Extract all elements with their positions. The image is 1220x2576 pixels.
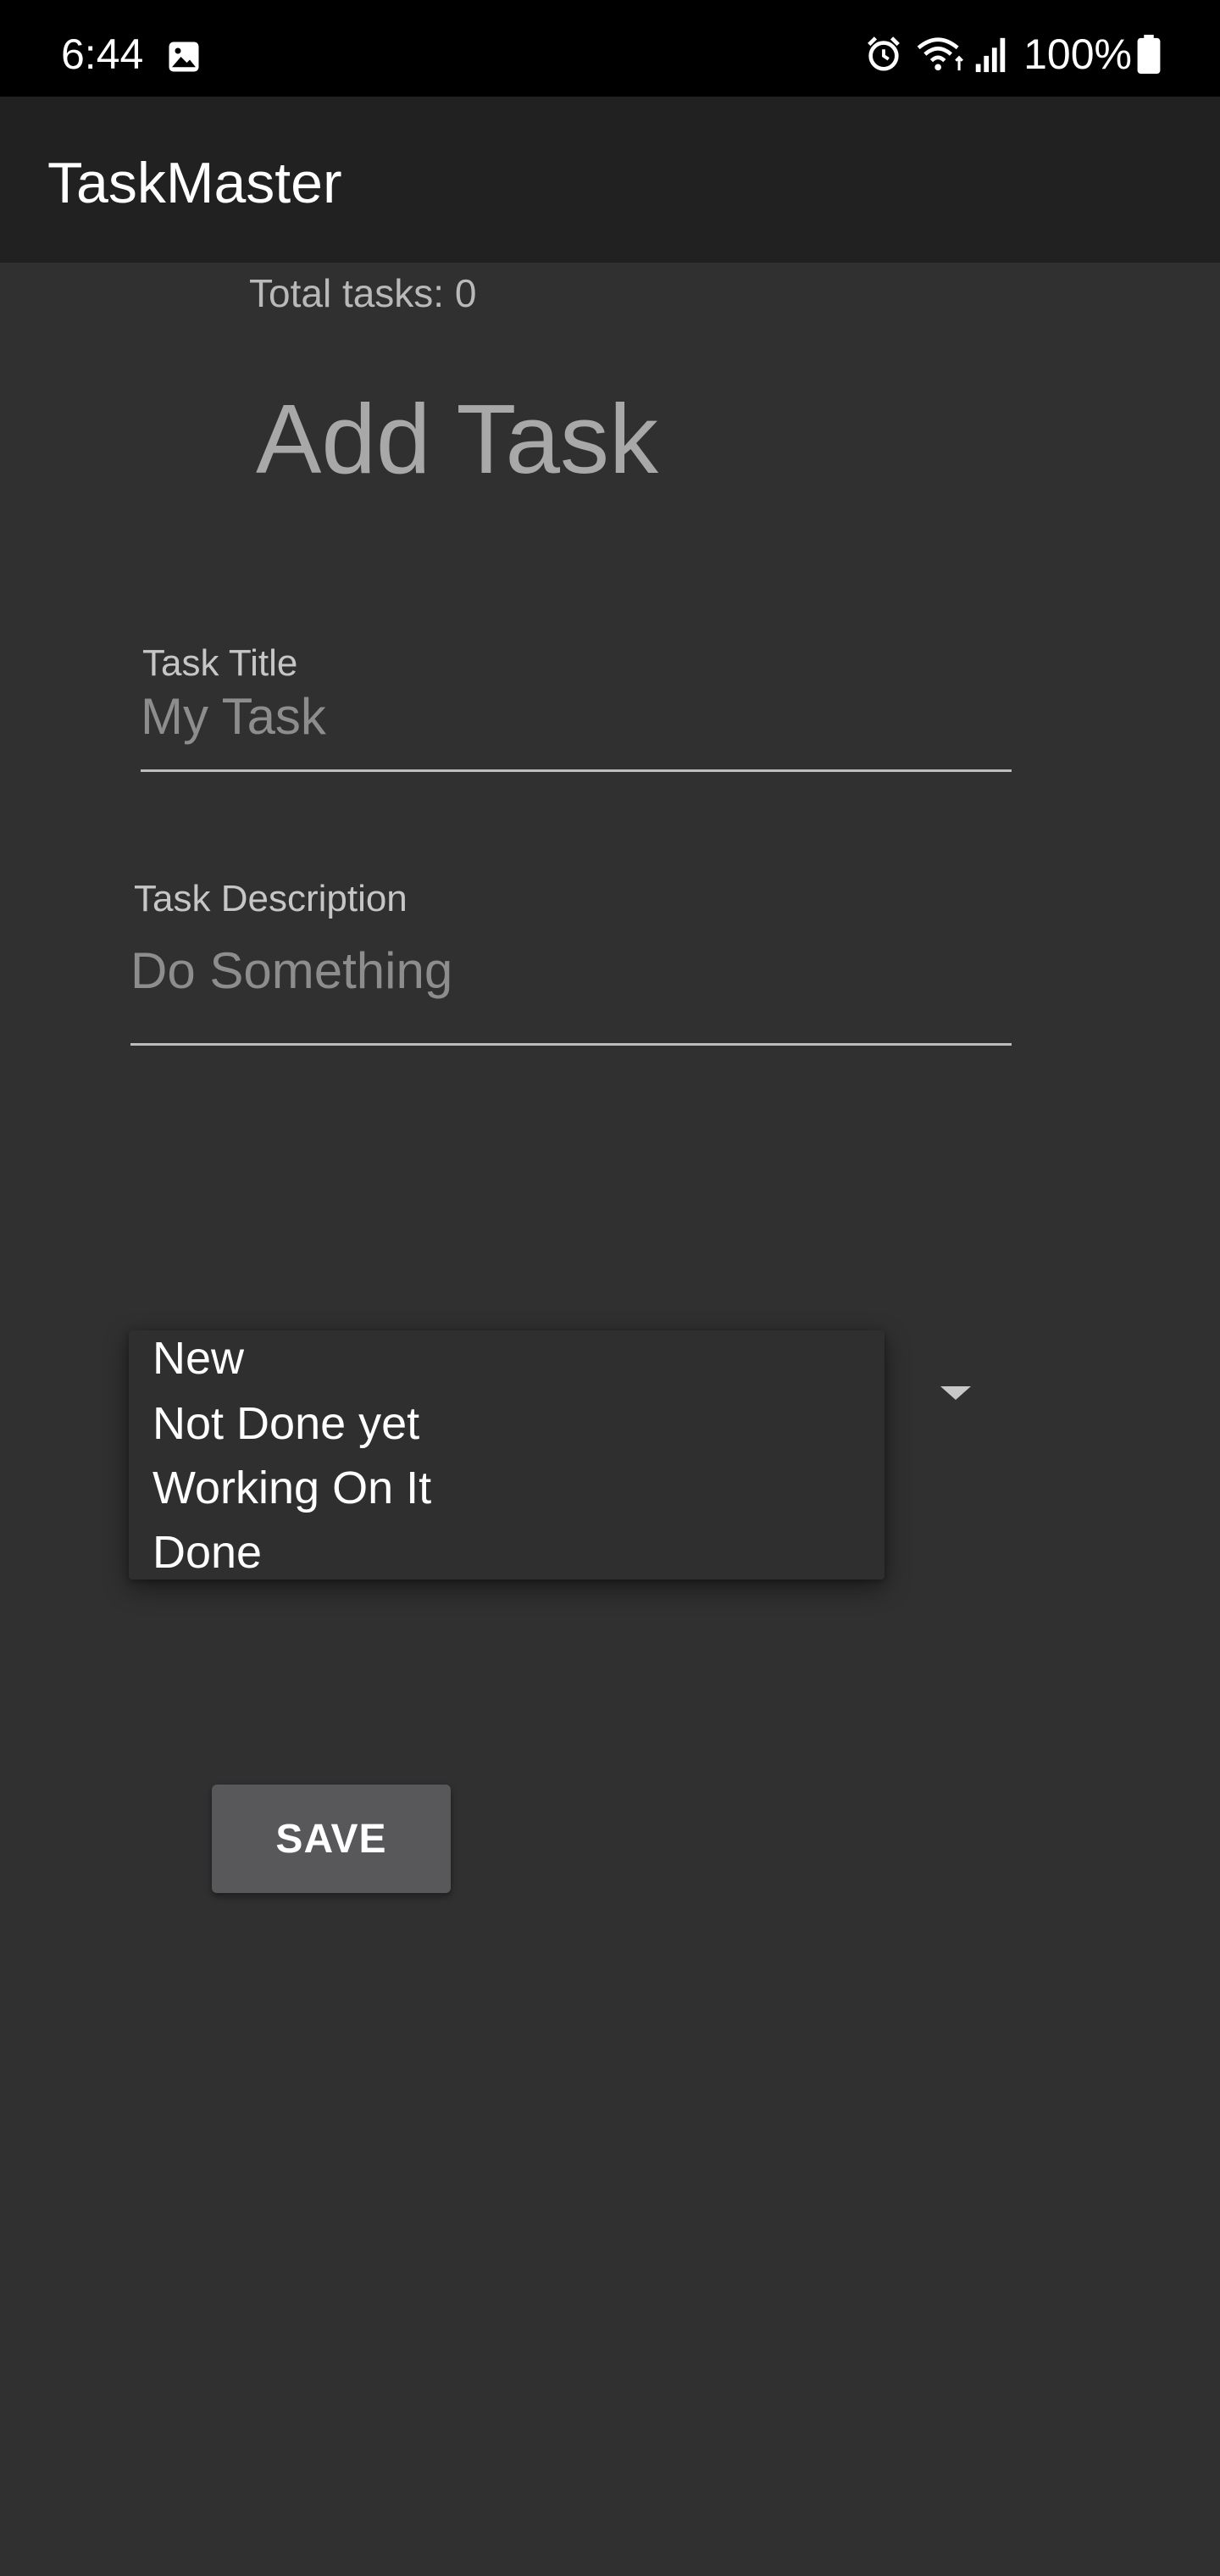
screen: 6:44 100% TaskMaster Total tasks: 0 Add … [0, 0, 1220, 2576]
wifi-icon [917, 37, 964, 71]
status-icons: 100% [864, 29, 1161, 80]
save-button[interactable]: SAVE [212, 1785, 451, 1893]
battery-icon [1137, 35, 1161, 74]
gallery-icon [169, 42, 199, 72]
total-tasks-label: Total tasks: 0 [249, 271, 477, 315]
task-description-input[interactable] [130, 941, 1012, 1002]
signal-icon [975, 37, 1006, 73]
status-dropdown-list: New Not Done yet Working On It Done [129, 1330, 884, 1579]
task-title-label: Task Title [142, 642, 298, 684]
task-title-underline [141, 769, 1012, 772]
dropdown-option-new[interactable]: New [152, 1330, 244, 1386]
app-title: TaskMaster [47, 151, 342, 215]
task-title-input[interactable] [141, 686, 1010, 747]
alarm-icon [868, 36, 900, 71]
dropdown-option-done[interactable]: Done [152, 1524, 262, 1580]
task-description-underline [130, 1043, 1012, 1046]
page-title: Add Task [256, 384, 659, 494]
task-description-label: Task Description [134, 878, 408, 919]
app-bar: TaskMaster [0, 97, 1220, 263]
dropdown-arrow-icon[interactable] [939, 1385, 973, 1402]
dropdown-option-not-done-yet[interactable]: Not Done yet [152, 1396, 419, 1452]
battery-percent: 100% [1023, 31, 1132, 78]
status-time: 6:44 [61, 31, 144, 78]
status-bar: 6:44 100% [0, 0, 1220, 97]
dropdown-option-working-on-it[interactable]: Working On It [152, 1460, 431, 1516]
